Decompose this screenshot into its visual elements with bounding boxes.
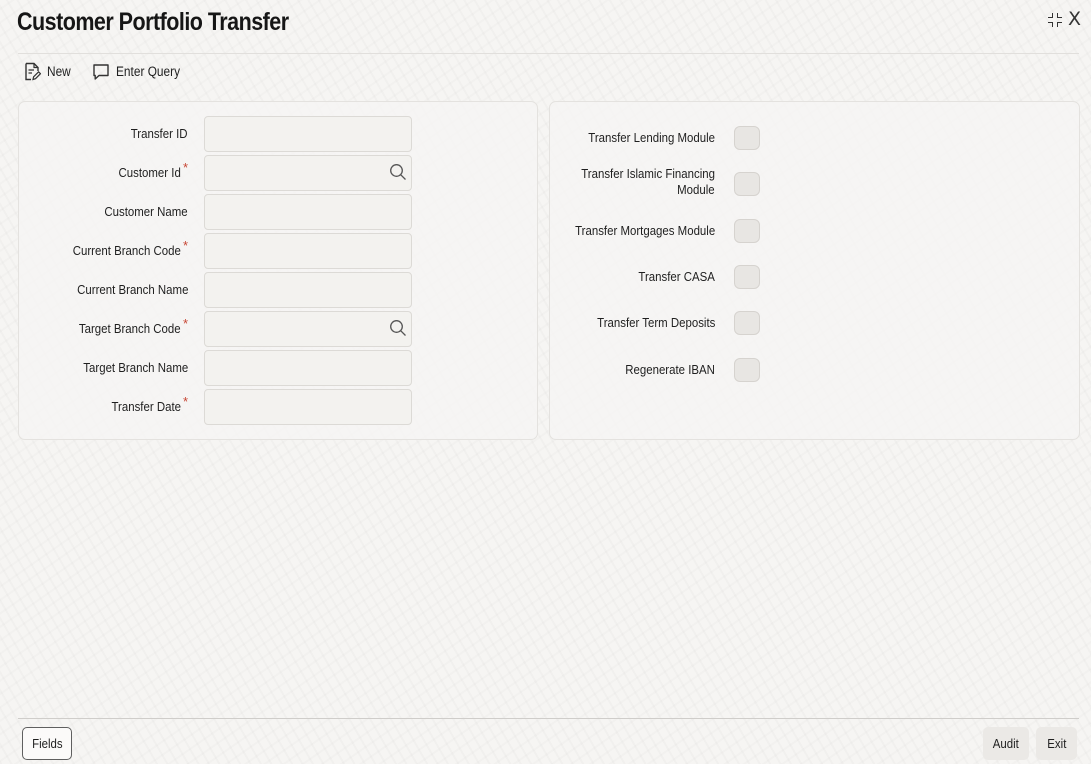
regenerate-iban-toggle[interactable] xyxy=(734,358,760,382)
current-branch-name-field[interactable] xyxy=(204,272,412,308)
enter-query-icon xyxy=(93,63,109,80)
required-marker: * xyxy=(182,160,188,175)
required-marker: * xyxy=(182,394,188,409)
footer-divider xyxy=(18,718,1079,719)
page-title: Customer Portfolio Transfer xyxy=(17,8,289,36)
required-marker: * xyxy=(182,238,188,253)
target-branch-name-field[interactable] xyxy=(204,350,412,386)
new-button-label: New xyxy=(47,64,71,79)
current-branch-code-label: Current Branch Code * xyxy=(72,238,188,258)
enter-query-label: Enter Query xyxy=(116,64,181,79)
customer-name-label: Customer Name xyxy=(104,204,188,219)
title-divider xyxy=(18,53,1079,54)
transfer-lending-module-toggle[interactable] xyxy=(734,126,760,150)
transfer-mortgages-module-toggle[interactable] xyxy=(734,219,760,243)
close-icon[interactable]: X xyxy=(1068,10,1081,29)
target-branch-code-field[interactable] xyxy=(204,311,412,347)
required-marker: * xyxy=(182,316,188,331)
customer-id-label: Customer Id * xyxy=(118,160,188,180)
transfer-islamic-financing-module-label: Transfer Islamic Financing Module xyxy=(581,166,715,197)
regenerate-iban-label: Regenerate IBAN xyxy=(625,362,715,377)
transfer-date-field[interactable] xyxy=(204,389,412,425)
transfer-modules-panel: Transfer Lending Module Transfer Islamic… xyxy=(549,101,1080,440)
toolbar: New Enter Query xyxy=(24,62,189,81)
transfer-lending-module-label: Transfer Lending Module xyxy=(588,130,715,145)
transfer-details-panel: Transfer ID Customer Id * Customer Name C… xyxy=(18,101,538,440)
exit-button[interactable]: Exit xyxy=(1036,727,1077,760)
transfer-id-field[interactable] xyxy=(204,116,412,152)
transfer-id-label: Transfer ID xyxy=(131,126,188,141)
target-branch-code-label: Target Branch Code * xyxy=(79,316,188,336)
customer-name-field[interactable] xyxy=(204,194,412,230)
transfer-term-deposits-label: Transfer Term Deposits xyxy=(596,315,715,330)
collapse-icon[interactable] xyxy=(1047,12,1062,27)
transfer-casa-toggle[interactable] xyxy=(734,265,760,289)
window-controls: X xyxy=(1047,10,1081,29)
current-branch-code-field[interactable] xyxy=(204,233,412,269)
audit-button[interactable]: Audit xyxy=(983,727,1029,760)
enter-query-button[interactable]: Enter Query xyxy=(92,63,189,81)
search-icon[interactable] xyxy=(389,319,407,337)
transfer-date-label: Transfer Date * xyxy=(111,394,188,414)
title-bar: Customer Portfolio Transfer X xyxy=(0,0,1091,52)
target-branch-name-label: Target Branch Name xyxy=(83,360,188,375)
new-document-icon xyxy=(25,62,41,81)
transfer-term-deposits-toggle[interactable] xyxy=(734,311,760,335)
transfer-mortgages-module-label: Transfer Mortgages Module xyxy=(574,223,715,238)
transfer-casa-label: Transfer CASA xyxy=(638,269,715,284)
transfer-islamic-financing-module-toggle[interactable] xyxy=(734,172,760,196)
customer-id-field[interactable] xyxy=(204,155,412,191)
current-branch-name-label: Current Branch Name xyxy=(76,282,188,297)
search-icon[interactable] xyxy=(389,163,407,181)
fields-button[interactable]: Fields xyxy=(22,727,72,760)
new-button[interactable]: New xyxy=(24,62,74,81)
